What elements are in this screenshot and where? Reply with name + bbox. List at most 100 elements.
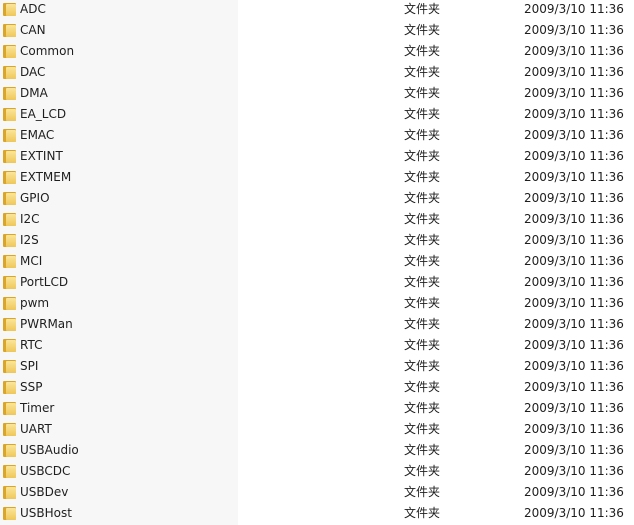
- file-type: 文件夹: [404, 254, 441, 268]
- file-row[interactable]: USBCDC 文件夹 2009/3/10 11:36: [0, 461, 634, 482]
- folder-icon: [3, 150, 16, 163]
- file-name: SSP: [20, 380, 43, 394]
- file-row[interactable]: EA_LCD 文件夹 2009/3/10 11:36: [0, 104, 634, 125]
- folder-icon: [3, 171, 16, 184]
- folder-icon: [3, 423, 16, 436]
- file-type: 文件夹: [404, 170, 441, 184]
- file-name: RTC: [20, 338, 43, 352]
- file-row[interactable]: EMAC 文件夹 2009/3/10 11:36: [0, 125, 634, 146]
- file-modified: 2009/3/10 11:36: [524, 212, 624, 226]
- folder-icon: [3, 444, 16, 457]
- file-modified: 2009/3/10 11:36: [524, 2, 624, 16]
- file-name: I2C: [20, 212, 40, 226]
- file-row[interactable]: PWRMan 文件夹 2009/3/10 11:36: [0, 314, 634, 335]
- folder-icon: [3, 108, 16, 121]
- file-row[interactable]: SPI 文件夹 2009/3/10 11:36: [0, 356, 634, 377]
- file-modified: 2009/3/10 11:36: [524, 23, 624, 37]
- file-row[interactable]: pwm 文件夹 2009/3/10 11:36: [0, 293, 634, 314]
- file-name: EA_LCD: [20, 107, 67, 121]
- file-modified: 2009/3/10 11:36: [524, 506, 624, 520]
- file-type: 文件夹: [404, 86, 441, 100]
- folder-icon: [3, 297, 16, 310]
- file-name: DMA: [20, 86, 48, 100]
- file-row[interactable]: CAN 文件夹 2009/3/10 11:36: [0, 20, 634, 41]
- file-row[interactable]: USBAudio 文件夹 2009/3/10 11:36: [0, 440, 634, 461]
- file-name: CAN: [20, 23, 46, 37]
- file-name: DAC: [20, 65, 46, 79]
- folder-icon: [3, 507, 16, 520]
- file-name: PortLCD: [20, 275, 69, 289]
- file-name: EXTINT: [20, 149, 63, 163]
- file-name: MCI: [20, 254, 43, 268]
- file-row[interactable]: I2S 文件夹 2009/3/10 11:36: [0, 230, 634, 251]
- file-type: 文件夹: [404, 464, 441, 478]
- file-modified: 2009/3/10 11:36: [524, 86, 624, 100]
- file-name: SPI: [20, 359, 39, 373]
- folder-icon: [3, 3, 16, 16]
- file-row[interactable]: DMA 文件夹 2009/3/10 11:36: [0, 83, 634, 104]
- file-row[interactable]: Timer 文件夹 2009/3/10 11:36: [0, 398, 634, 419]
- folder-icon: [3, 213, 16, 226]
- file-row[interactable]: EXTINT 文件夹 2009/3/10 11:36: [0, 146, 634, 167]
- file-modified: 2009/3/10 11:36: [524, 275, 624, 289]
- folder-icon: [3, 87, 16, 100]
- file-name: EXTMEM: [20, 170, 72, 184]
- file-row[interactable]: GPIO 文件夹 2009/3/10 11:36: [0, 188, 634, 209]
- folder-icon: [3, 465, 16, 478]
- file-name: USBAudio: [20, 443, 79, 457]
- file-modified: 2009/3/10 11:36: [524, 401, 624, 415]
- folder-icon: [3, 360, 16, 373]
- file-row[interactable]: ADC 文件夹 2009/3/10 11:36: [0, 0, 634, 20]
- file-name: GPIO: [20, 191, 50, 205]
- file-modified: 2009/3/10 11:36: [524, 296, 624, 310]
- file-type: 文件夹: [404, 23, 441, 37]
- folder-icon: [3, 45, 16, 58]
- file-row[interactable]: SSP 文件夹 2009/3/10 11:36: [0, 377, 634, 398]
- file-name: USBDev: [20, 485, 69, 499]
- file-modified: 2009/3/10 11:36: [524, 338, 624, 352]
- file-row[interactable]: PortLCD 文件夹 2009/3/10 11:36: [0, 272, 634, 293]
- file-type: 文件夹: [404, 44, 441, 58]
- file-modified: 2009/3/10 11:36: [524, 380, 624, 394]
- file-name: PWRMan: [20, 317, 73, 331]
- folder-icon: [3, 276, 16, 289]
- folder-icon: [3, 234, 16, 247]
- file-type: 文件夹: [404, 317, 441, 331]
- file-modified: 2009/3/10 11:36: [524, 254, 624, 268]
- file-row[interactable]: EXTMEM 文件夹 2009/3/10 11:36: [0, 167, 634, 188]
- file-modified: 2009/3/10 11:36: [524, 44, 624, 58]
- file-type: 文件夹: [404, 422, 441, 436]
- file-modified: 2009/3/10 11:36: [524, 128, 624, 142]
- file-row[interactable]: I2C 文件夹 2009/3/10 11:36: [0, 209, 634, 230]
- folder-icon: [3, 381, 16, 394]
- file-name: I2S: [20, 233, 39, 247]
- file-row[interactable]: USBDev 文件夹 2009/3/10 11:36: [0, 482, 634, 503]
- file-type: 文件夹: [404, 359, 441, 373]
- file-row[interactable]: Common 文件夹 2009/3/10 11:36: [0, 41, 634, 62]
- folder-icon: [3, 129, 16, 142]
- file-type: 文件夹: [404, 2, 441, 16]
- file-type: 文件夹: [404, 275, 441, 289]
- file-row[interactable]: RTC 文件夹 2009/3/10 11:36: [0, 335, 634, 356]
- file-row[interactable]: DAC 文件夹 2009/3/10 11:36: [0, 62, 634, 83]
- file-type: 文件夹: [404, 65, 441, 79]
- folder-icon: [3, 66, 16, 79]
- file-name: UART: [20, 422, 52, 436]
- file-type: 文件夹: [404, 401, 441, 415]
- file-type: 文件夹: [404, 443, 441, 457]
- file-row[interactable]: UART 文件夹 2009/3/10 11:36: [0, 419, 634, 440]
- file-list: ADC 文件夹 2009/3/10 11:36 CAN 文件夹 2009/3/10 11:…: [0, 0, 634, 524]
- file-modified: 2009/3/10 11:36: [524, 464, 624, 478]
- file-row[interactable]: USBHost 文件夹 2009/3/10 11:36: [0, 503, 634, 524]
- file-modified: 2009/3/10 11:36: [524, 443, 624, 457]
- folder-icon: [3, 318, 16, 331]
- file-modified: 2009/3/10 11:36: [524, 65, 624, 79]
- file-type: 文件夹: [404, 338, 441, 352]
- file-name: USBHost: [20, 506, 72, 520]
- file-name: ADC: [20, 2, 46, 16]
- file-name: pwm: [20, 296, 50, 310]
- folder-icon: [3, 255, 16, 268]
- file-row[interactable]: MCI 文件夹 2009/3/10 11:36: [0, 251, 634, 272]
- file-modified: 2009/3/10 11:36: [524, 107, 624, 121]
- file-modified: 2009/3/10 11:36: [524, 191, 624, 205]
